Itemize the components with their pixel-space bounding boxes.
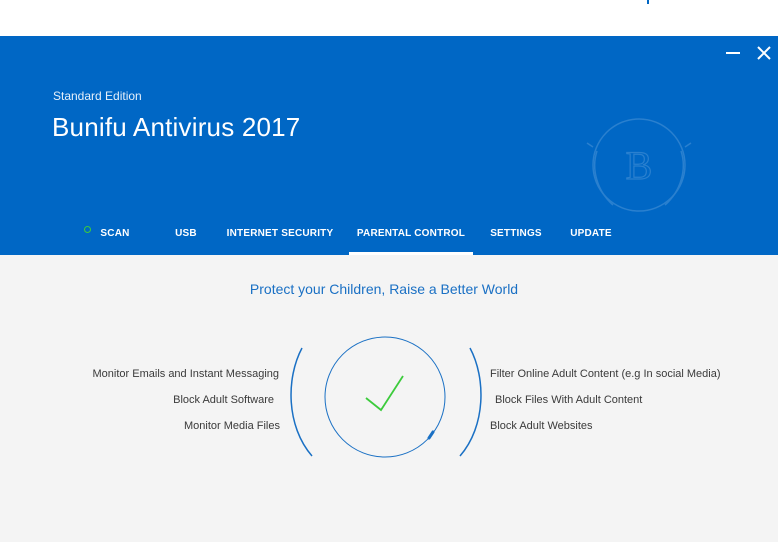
logo-letter: B (626, 143, 653, 188)
feature-block-adult-files: Block Files With Adult Content (495, 394, 643, 406)
top-strip (0, 0, 778, 36)
checkmark-icon (365, 375, 404, 412)
bunifu-logo-watermark: B (586, 118, 692, 212)
feature-filter-online-content: Filter Online Adult Content (e.g In soci… (490, 368, 721, 380)
progress-tick (427, 430, 435, 440)
app-title: Bunifu Antivirus 2017 (52, 112, 301, 142)
tab-scan[interactable]: SCAN (95, 220, 135, 255)
close-icon (757, 46, 771, 60)
minimize-icon (726, 52, 740, 54)
left-bracket-arc (290, 347, 313, 457)
tab-internet-security[interactable]: INTERNET SECURITY (222, 220, 338, 255)
top-marker (647, 0, 649, 4)
page-headline: Protect your Children, Raise a Better Wo… (249, 281, 519, 297)
tab-usb[interactable]: USB (168, 220, 204, 255)
tab-settings[interactable]: SETTINGS (484, 220, 548, 255)
status-ring-icon (84, 226, 91, 233)
app-header: Standard Edition Bunifu Antivirus 2017 B… (0, 36, 778, 255)
feature-monitor-media-files: Monitor Media Files (184, 420, 280, 432)
feature-block-adult-websites: Block Adult Websites (490, 420, 593, 432)
feature-monitor-emails: Monitor Emails and Instant Messaging (92, 368, 279, 380)
right-bracket-arc (459, 347, 482, 457)
tab-bar: SCAN USB INTERNET SECURITY PARENTAL CONT… (0, 220, 778, 255)
minimize-button[interactable] (723, 42, 745, 64)
tab-parental-control[interactable]: PARENTAL CONTROL (349, 220, 473, 255)
tab-update[interactable]: UPDATE (563, 220, 619, 255)
edition-label: Standard Edition (53, 89, 142, 103)
protection-status-graphic (290, 336, 482, 458)
close-button[interactable] (753, 42, 775, 64)
feature-block-adult-software: Block Adult Software (173, 394, 274, 406)
status-circle (324, 336, 446, 458)
